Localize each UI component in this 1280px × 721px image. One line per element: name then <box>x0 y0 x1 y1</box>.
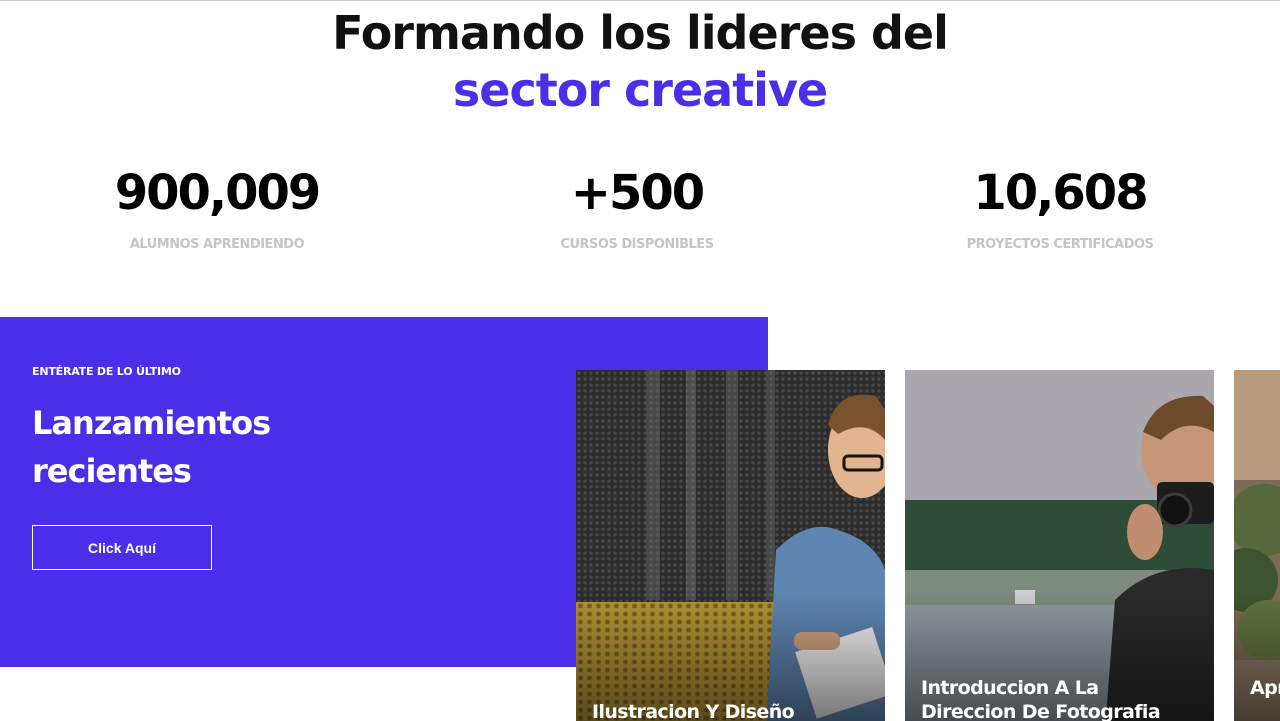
course-title: Introduccion A La Direccion De Fotografi… <box>921 677 1161 721</box>
course-card-partial[interactable]: Apr Inst <box>1234 370 1280 721</box>
course-card-photography[interactable]: Introduccion A La Direccion De Fotografi… <box>905 370 1214 721</box>
hero-title: Formando los lideres del <box>332 6 949 60</box>
card-shade <box>1234 590 1280 721</box>
stat-label: CURSOS DISPONIBLES <box>560 237 714 252</box>
stat-students: 900,009 ALUMNOS APRENDIENDO <box>47 164 387 252</box>
hero-title-highlight: sector creative <box>452 63 828 117</box>
stat-label: ALUMNOS APRENDIENDO <box>129 237 305 252</box>
click-here-button[interactable]: Click Aquí <box>32 525 212 570</box>
course-card-illustration[interactable]: Ilustracion Y Diseño <box>576 370 885 721</box>
course-title: Ilustracion Y Diseño <box>592 701 795 721</box>
hero-heading: Formando los lideres del sector creative <box>0 5 1280 119</box>
stat-courses: +500 CURSOS DISPONIBLES <box>467 164 807 252</box>
stat-value: 900,009 <box>114 165 322 221</box>
section-title: Lanzamientos recientes <box>32 404 271 490</box>
stat-label: PROYECTOS CERTIFICADOS <box>966 237 1154 252</box>
course-title: Apr Inst <box>1250 677 1280 699</box>
stat-projects: 10,608 PROYECTOS CERTIFICADOS <box>890 164 1230 252</box>
stat-value: 10,608 <box>973 165 1148 221</box>
stat-value: +500 <box>570 165 705 221</box>
page: Formando los lideres del sector creative… <box>0 0 1280 721</box>
section-kicker: ENTÉRATE DE LO ÚLTIMO <box>32 365 181 378</box>
